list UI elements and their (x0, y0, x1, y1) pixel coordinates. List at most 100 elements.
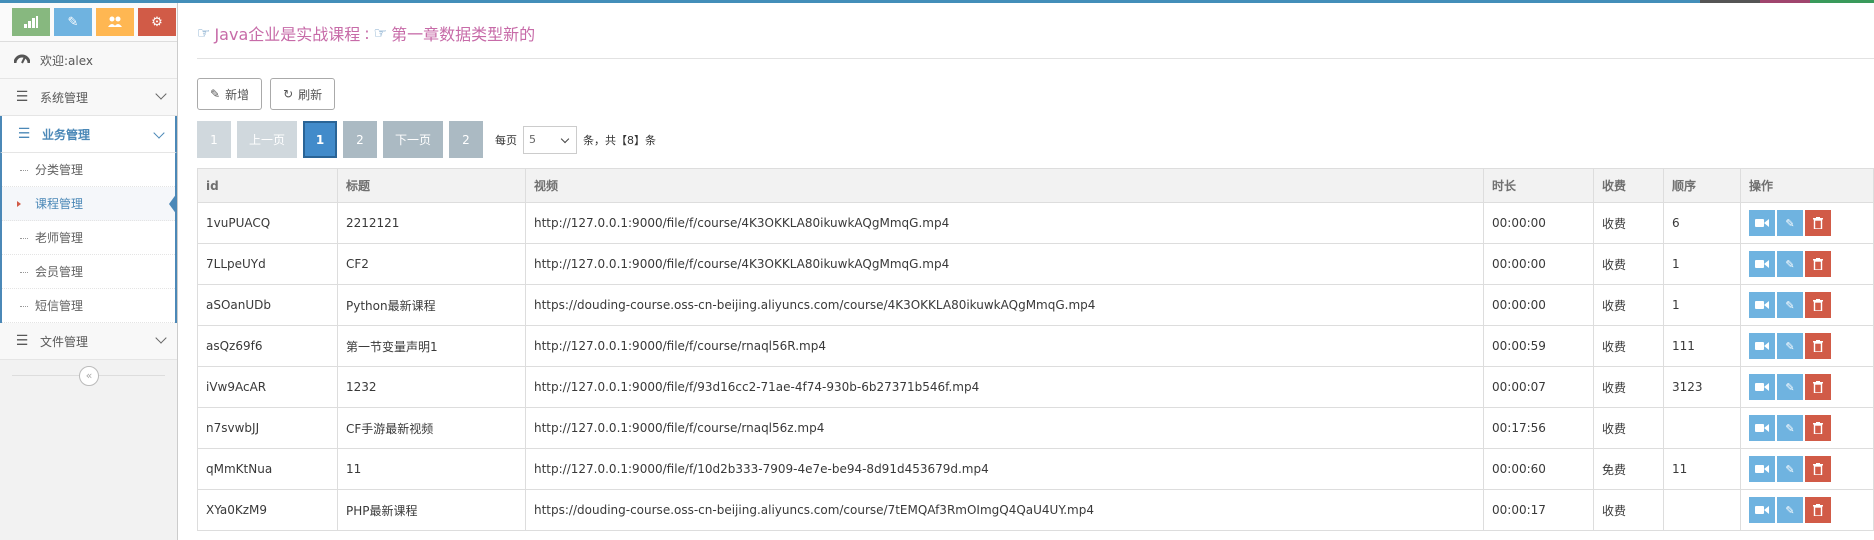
cell-title: PHP最新课程 (337, 489, 526, 531)
cell-duration: 00:00:17 (1483, 489, 1594, 531)
page-2-button[interactable]: 2 (343, 121, 377, 158)
current-page-button[interactable]: 1 (303, 121, 337, 158)
col-header-video[interactable]: 视频 (525, 168, 1484, 203)
pencil-icon[interactable]: ✎ (1777, 210, 1803, 236)
refresh-button[interactable]: ↻ 刷新 (270, 78, 336, 110)
business-submenu: 分类管理 课程管理 老师管理 会员管理 短信管理 (0, 153, 177, 323)
video-camera-icon[interactable] (1749, 415, 1775, 441)
sidebar-item-business[interactable]: ☰ 业务管理 (0, 116, 177, 153)
table-row: n7svwbJJ CF手游最新视频 http://127.0.0.1:9000/fi… (197, 407, 1874, 449)
submenu-label: 老师管理 (35, 231, 84, 245)
trash-icon[interactable] (1805, 415, 1831, 441)
sidebar-item-file[interactable]: ☰ 文件管理 (0, 323, 177, 360)
sidebar-item-label: 业务管理 (42, 127, 91, 142)
cell-video: https://douding-course.oss-cn-beijing.al… (525, 284, 1484, 326)
cell-charge: 收费 (1593, 325, 1664, 367)
sidebar-item-label: 文件管理 (40, 334, 89, 349)
video-camera-icon[interactable] (1749, 251, 1775, 277)
add-button-label: 新增 (225, 87, 250, 102)
pencil-icon[interactable]: ✎ (1777, 333, 1803, 359)
trash-icon[interactable] (1805, 333, 1831, 359)
dashboard-icon (12, 52, 32, 68)
cell-charge: 收费 (1593, 407, 1664, 449)
video-camera-icon[interactable] (1749, 456, 1775, 482)
cell-order (1663, 489, 1741, 531)
sidebar-shortcuts: ✎ ⚙ (0, 3, 177, 42)
cell-id: 1vuPUACQ (197, 202, 338, 244)
course-table: id 标题 视频 时长 收费 顺序 操作 1vuPUACQ 2212121 http… (197, 168, 1874, 531)
list-icon: ☰ (15, 333, 29, 349)
trash-icon[interactable] (1805, 374, 1831, 400)
cell-title: 2212121 (337, 202, 526, 244)
cell-order: 6 (1663, 202, 1741, 244)
table-row: XYa0KzM9 PHP最新课程 https://douding-course.os… (197, 489, 1874, 531)
cell-id: iVw9AcAR (197, 366, 338, 408)
pencil-icon[interactable]: ✎ (1777, 456, 1803, 482)
trash-icon[interactable] (1805, 456, 1831, 482)
row-actions: ✎ (1749, 292, 1873, 318)
pencil-icon[interactable]: ✎ (1777, 292, 1803, 318)
hand-pointer-icon: ☞ (373, 24, 388, 42)
cell-charge: 收费 (1593, 489, 1664, 531)
cell-duration: 00:00:00 (1483, 202, 1594, 244)
next-page-button[interactable]: 下一页 (383, 121, 443, 158)
sidebar-item-system[interactable]: ☰ 系统管理 (0, 79, 177, 116)
sidebar-welcome[interactable]: 欢迎:alex (0, 42, 177, 79)
cell-charge: 收费 (1593, 366, 1664, 408)
cell-title: CF手游最新视频 (337, 407, 526, 449)
trash-icon[interactable] (1805, 497, 1831, 523)
video-camera-icon[interactable] (1749, 210, 1775, 236)
row-actions: ✎ (1749, 251, 1873, 277)
trash-icon[interactable] (1805, 251, 1831, 277)
row-actions: ✎ (1749, 497, 1873, 523)
cell-order: 1 (1663, 243, 1741, 285)
video-camera-icon[interactable] (1749, 333, 1775, 359)
col-header-duration[interactable]: 时长 (1483, 168, 1594, 203)
sidebar-item-sms[interactable]: 短信管理 (2, 289, 175, 323)
video-camera-icon[interactable] (1749, 292, 1775, 318)
collapse-sidebar-icon[interactable]: « (79, 366, 99, 386)
cell-duration: 00:17:56 (1483, 407, 1594, 449)
prev-page-button[interactable]: 上一页 (237, 121, 297, 158)
chevron-down-icon (560, 134, 570, 143)
last-page-button[interactable]: 2 (449, 121, 483, 158)
signal-icon[interactable] (12, 8, 50, 36)
sidebar-item-category[interactable]: 分类管理 (2, 153, 175, 187)
cell-id: asQz69f6 (197, 325, 338, 367)
page-size-select[interactable]: 5 (523, 125, 577, 154)
table-row: 7LLpeUYd CF2 http://127.0.0.1:9000/file/f/… (197, 243, 1874, 285)
sidebar-collapse: « (0, 360, 177, 390)
cogs-icon[interactable]: ⚙ (138, 8, 176, 36)
refresh-icon: ↻ (283, 87, 294, 101)
pencil-icon[interactable]: ✎ (1777, 497, 1803, 523)
cell-charge: 免费 (1593, 448, 1664, 490)
first-page-button[interactable]: 1 (197, 121, 231, 158)
users-icon[interactable] (96, 8, 134, 36)
row-actions: ✎ (1749, 415, 1873, 441)
cell-actions: ✎ (1740, 243, 1874, 285)
video-camera-icon[interactable] (1749, 497, 1775, 523)
col-header-title[interactable]: 标题 (337, 168, 526, 203)
trash-icon[interactable] (1805, 210, 1831, 236)
pencil-icon[interactable]: ✎ (1777, 374, 1803, 400)
sidebar-item-course[interactable]: 课程管理 (2, 187, 177, 221)
trash-icon[interactable] (1805, 292, 1831, 318)
pencil-icon[interactable]: ✎ (1777, 251, 1803, 277)
pencil-icon[interactable]: ✎ (1777, 415, 1803, 441)
sidebar-item-teacher[interactable]: 老师管理 (2, 221, 175, 255)
per-page-label: 每页 (495, 133, 517, 147)
col-header-charge[interactable]: 收费 (1593, 168, 1664, 203)
cell-actions: ✎ (1740, 325, 1874, 367)
cell-duration: 00:00:60 (1483, 448, 1594, 490)
page-title: ☞ Java企业是实战课程 : ☞ 第一章数据类型新的 (197, 18, 535, 48)
pencil-icon[interactable]: ✎ (54, 8, 92, 36)
active-pointer (169, 193, 177, 215)
cell-actions: ✎ (1740, 489, 1874, 531)
sidebar-item-member[interactable]: 会员管理 (2, 255, 175, 289)
video-camera-icon[interactable] (1749, 374, 1775, 400)
cell-id: 7LLpeUYd (197, 243, 338, 285)
col-header-order[interactable]: 顺序 (1663, 168, 1741, 203)
cell-charge: 收费 (1593, 202, 1664, 244)
add-button[interactable]: ✎ 新增 (197, 78, 263, 110)
col-header-id[interactable]: id (197, 168, 338, 203)
